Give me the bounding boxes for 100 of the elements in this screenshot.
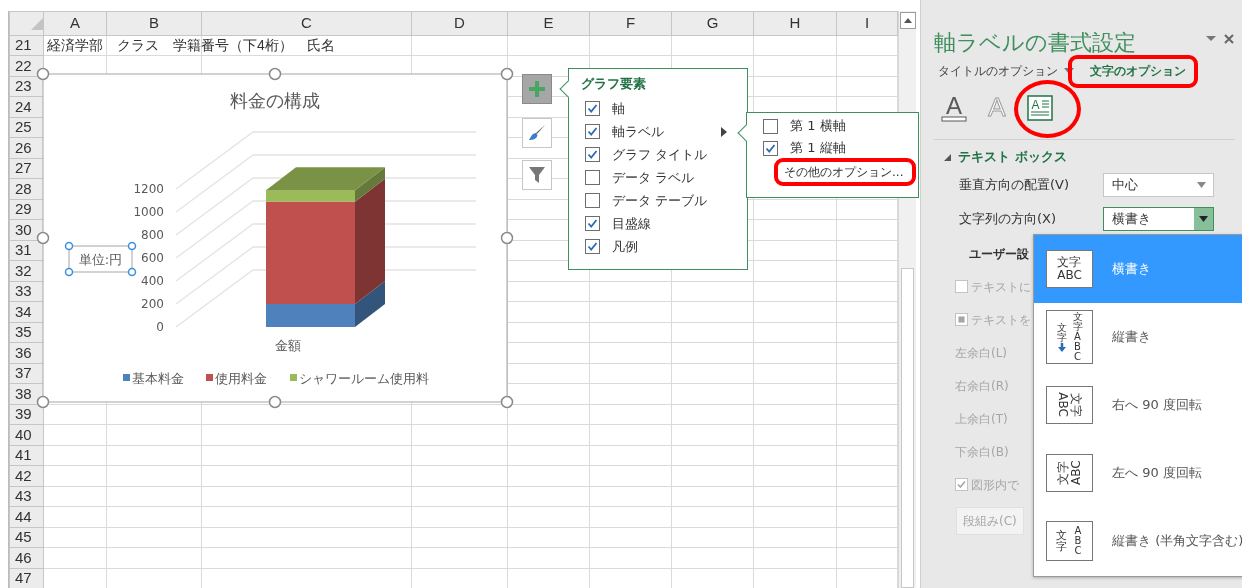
- selection-handle[interactable]: [64, 267, 74, 277]
- scroll-thumb[interactable]: [901, 268, 914, 588]
- axis-tick-label: 1200: [133, 182, 164, 196]
- resize-handle[interactable]: [268, 395, 282, 409]
- preview-text: 文字: [1057, 256, 1082, 269]
- resize-handle[interactable]: [36, 395, 50, 409]
- element-label[interactable]: 軸ラベル: [612, 121, 709, 142]
- section-title[interactable]: テキスト ボックス: [958, 147, 1067, 167]
- row-header[interactable]: 45: [9, 527, 44, 548]
- checkbox[interactable]: [763, 118, 778, 134]
- row-header[interactable]: 40: [9, 424, 44, 445]
- row-header[interactable]: 29: [9, 199, 44, 220]
- preview-text: ABC: [1069, 460, 1083, 486]
- column-header[interactable]: A: [43, 11, 107, 35]
- unit-label-box: [68, 245, 133, 273]
- row-header[interactable]: 26: [9, 137, 44, 158]
- element-label[interactable]: 軸: [612, 98, 747, 119]
- row-header[interactable]: 41: [9, 445, 44, 466]
- dropdown-option[interactable]: 文字 ABC 横書き: [1034, 235, 1242, 303]
- row-header[interactable]: 21: [9, 35, 44, 56]
- preview-text: ABC: [1056, 392, 1070, 418]
- resize-handle[interactable]: [36, 67, 50, 81]
- selection-handle[interactable]: [64, 241, 74, 251]
- column-header[interactable]: D: [411, 11, 508, 35]
- row-header[interactable]: 32: [9, 260, 44, 281]
- dropdown-field[interactable]: 中心: [1103, 173, 1214, 197]
- row-header[interactable]: 35: [9, 322, 44, 343]
- row-header[interactable]: 43: [9, 486, 44, 507]
- resize-handle[interactable]: [500, 231, 514, 245]
- dropdown-field[interactable]: 横書き: [1103, 207, 1214, 231]
- chart-styles-button[interactable]: [522, 118, 552, 148]
- checkbox[interactable]: [585, 101, 600, 116]
- row-header[interactable]: 46: [9, 547, 44, 568]
- column-header[interactable]: E: [507, 11, 590, 35]
- row-header[interactable]: 37: [9, 363, 44, 384]
- field-label: 文字列の方向(X): [959, 210, 1058, 229]
- checkbox[interactable]: [763, 140, 778, 156]
- resize-handle[interactable]: [500, 67, 514, 81]
- column-header[interactable]: C: [201, 11, 412, 35]
- element-label[interactable]: 第 1 横軸: [790, 116, 846, 136]
- element-label[interactable]: 目盛線: [612, 213, 747, 234]
- brush-icon: [528, 124, 546, 142]
- row-header[interactable]: 27: [9, 158, 44, 179]
- dropdown-option[interactable]: 文字 ABC 右へ 90 度回転: [1034, 371, 1242, 439]
- dropdown-button[interactable]: [1194, 208, 1213, 230]
- highlight-circle: [1014, 80, 1081, 138]
- chart-filter-button[interactable]: [522, 160, 552, 190]
- axis-tick-label: 600: [141, 251, 164, 265]
- row-header[interactable]: 42: [9, 465, 44, 486]
- preview-text: 文字: [1069, 392, 1083, 418]
- checkbox[interactable]: [585, 124, 600, 139]
- row-header[interactable]: 33: [9, 281, 44, 302]
- checkbox[interactable]: [585, 216, 600, 231]
- column-header[interactable]: F: [589, 11, 672, 35]
- checkbox[interactable]: [585, 170, 600, 185]
- selection-handle[interactable]: [127, 241, 137, 251]
- preview-text: 文字: [1056, 530, 1067, 552]
- element-label[interactable]: データ テーブル: [612, 190, 747, 211]
- checkbox[interactable]: [585, 193, 600, 208]
- element-label[interactable]: データ ラベル: [612, 167, 747, 188]
- arrow-up-icon: [904, 18, 912, 23]
- checkbox[interactable]: [585, 147, 600, 162]
- preview-text: ABC: [1057, 269, 1082, 282]
- row-header[interactable]: 34: [9, 301, 44, 322]
- dropdown-option[interactable]: 文字 ABC 左へ 90 度回転: [1034, 439, 1242, 507]
- selection-handle[interactable]: [127, 267, 137, 277]
- row-header[interactable]: 24: [9, 96, 44, 117]
- legend-label: 使用料金: [215, 371, 267, 386]
- caret-icon: [1199, 216, 1208, 222]
- text-box-icon[interactable]: A: [1027, 95, 1053, 121]
- caret-icon: [1197, 182, 1206, 188]
- column-header[interactable]: G: [671, 11, 754, 35]
- pane-title: 軸ラベルの書式設定: [934, 29, 1136, 57]
- more-options-link[interactable]: その他のオプション...: [784, 162, 904, 182]
- field-label: 下余白(B): [955, 443, 1009, 461]
- axis-tick-label: 400: [141, 274, 164, 288]
- axis-tick-label: 200: [141, 297, 164, 311]
- scroll-up-button[interactable]: [900, 12, 916, 29]
- element-label[interactable]: グラフ タイトル: [612, 144, 747, 165]
- collapse-triangle-icon[interactable]: [944, 153, 951, 161]
- chart-title: 料金の構成: [230, 90, 320, 111]
- row-header[interactable]: 36: [9, 342, 44, 363]
- column-header[interactable]: H: [753, 11, 837, 35]
- resize-handle[interactable]: [500, 395, 514, 409]
- row-header[interactable]: 25: [9, 117, 44, 138]
- row-header[interactable]: 44: [9, 506, 44, 527]
- column-header[interactable]: I: [836, 11, 898, 35]
- dropdown-option[interactable]: 文字 文字ABC 縦書き: [1034, 303, 1242, 371]
- column-header[interactable]: B: [106, 11, 202, 35]
- checkbox[interactable]: [585, 239, 600, 254]
- preview-text: 文字: [1056, 460, 1070, 486]
- resize-handle[interactable]: [268, 67, 282, 81]
- row-header[interactable]: 47: [9, 568, 44, 588]
- resize-handle[interactable]: [36, 231, 50, 245]
- row-header[interactable]: 28: [9, 178, 44, 199]
- pane-tab[interactable]: 文字のオプション: [1090, 62, 1186, 80]
- element-label[interactable]: 凡例: [612, 236, 747, 257]
- element-label[interactable]: 第 1 縦軸: [790, 138, 846, 158]
- popup-title: グラフ要素: [580, 75, 647, 93]
- field-label: 右余白(R): [955, 377, 1009, 395]
